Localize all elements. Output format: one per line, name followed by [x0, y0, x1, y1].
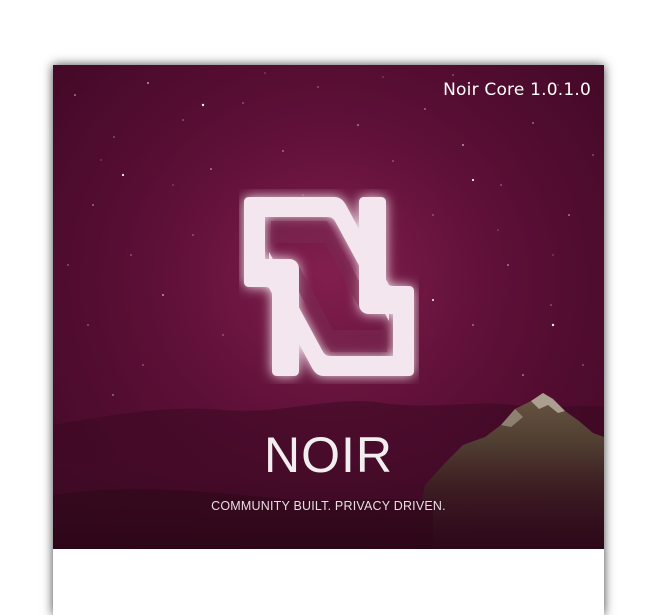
noir-n-logo-icon [239, 189, 419, 384]
splash-hero-background: Noir Core 1.0.1.0 NOIR COMMUNITY BUILT. … [53, 65, 604, 549]
splash-window: Noir Core 1.0.1.0 NOIR COMMUNITY BUILT. … [53, 65, 604, 615]
version-label: Noir Core 1.0.1.0 [443, 80, 591, 100]
brand-name: NOIR [264, 427, 393, 483]
tagline: COMMUNITY BUILT. PRIVACY DRIVEN. [211, 499, 446, 513]
splash-status-area [53, 549, 604, 615]
